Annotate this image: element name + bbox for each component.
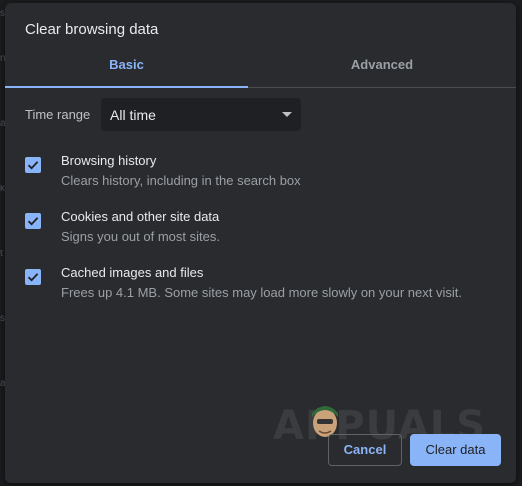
tab-advanced[interactable]: Advanced xyxy=(248,47,516,87)
tab-bar: Basic Advanced xyxy=(5,47,516,88)
check-icon xyxy=(27,217,39,226)
time-range-select[interactable]: All time xyxy=(101,98,301,131)
tab-basic[interactable]: Basic xyxy=(5,47,248,88)
check-icon xyxy=(27,161,39,170)
option-description: Signs you out of most sites. xyxy=(61,229,220,244)
dropdown-arrow-icon xyxy=(282,112,292,117)
check-icon xyxy=(27,273,39,282)
cached-images-checkbox[interactable] xyxy=(25,269,41,285)
option-title: Cookies and other site data xyxy=(61,209,220,224)
cancel-button[interactable]: Cancel xyxy=(328,434,402,466)
option-title: Cached images and files xyxy=(61,265,204,280)
option-browsing-history: Browsing history Clears history, includi… xyxy=(25,153,495,199)
time-range-label: Time range xyxy=(25,107,91,122)
option-cookies: Cookies and other site data Signs you ou… xyxy=(25,209,495,255)
clear-browsing-data-dialog: Clear browsing data Basic Advanced Time … xyxy=(5,3,516,483)
option-description: Clears history, including in the search … xyxy=(61,173,301,188)
dialog-title: Clear browsing data xyxy=(25,21,159,38)
option-cached-images: Cached images and files Frees up 4.1 MB.… xyxy=(25,265,495,311)
browsing-history-checkbox[interactable] xyxy=(25,157,41,173)
time-range-value: All time xyxy=(110,107,156,123)
cookies-checkbox[interactable] xyxy=(25,213,41,229)
clear-data-button[interactable]: Clear data xyxy=(410,434,501,466)
option-title: Browsing history xyxy=(61,153,157,168)
option-description: Frees up 4.1 MB. Some sites may load mor… xyxy=(61,285,462,300)
